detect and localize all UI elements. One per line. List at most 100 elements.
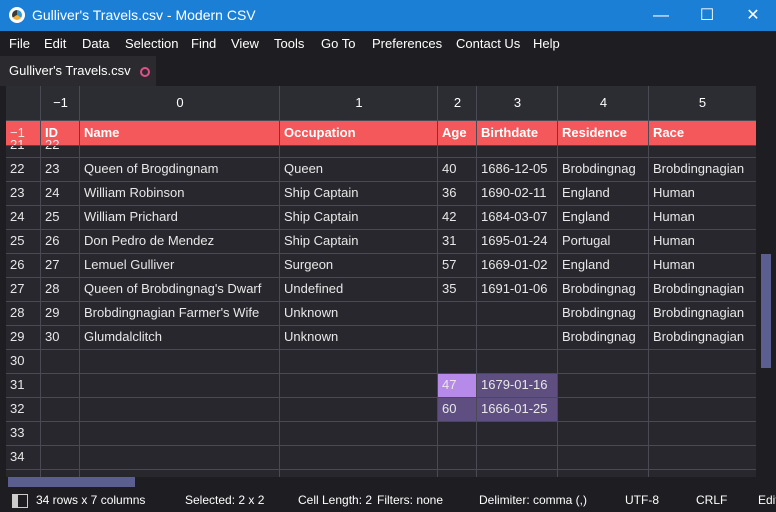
table-cell[interactable] xyxy=(41,349,79,373)
table-cell[interactable]: 40 xyxy=(438,157,476,181)
vertical-scrollbar[interactable] xyxy=(757,86,776,477)
table-cell[interactable]: 1684-03-07 xyxy=(477,205,557,229)
menu-tools[interactable]: Tools xyxy=(274,36,304,51)
table-cell[interactable]: Queen of Brobdingnag's Dwarf xyxy=(80,277,279,301)
table-cell[interactable]: Human xyxy=(649,253,755,277)
table-cell[interactable]: William Robinson xyxy=(80,181,279,205)
table-cell[interactable]: Queen of Brogdingnam xyxy=(80,157,279,181)
menu-file[interactable]: File xyxy=(9,36,30,51)
table-cell[interactable]: 27 xyxy=(41,253,79,277)
table-cell[interactable]: England xyxy=(558,181,648,205)
table-cell[interactable]: 35 xyxy=(438,277,476,301)
table-cell[interactable] xyxy=(80,349,279,373)
table-cell[interactable] xyxy=(41,373,79,397)
table-cell[interactable]: 31 xyxy=(438,229,476,253)
row-index[interactable]: 28 xyxy=(6,301,44,325)
column-index-header[interactable]: 5 xyxy=(649,86,756,120)
row-index[interactable]: 23 xyxy=(6,181,44,205)
table-cell[interactable]: Human xyxy=(649,229,755,253)
close-button[interactable]: ✕ xyxy=(730,0,776,31)
row-index[interactable]: 29 xyxy=(6,325,44,349)
table-cell[interactable] xyxy=(649,349,755,373)
table-cell[interactable] xyxy=(80,397,279,421)
table-cell[interactable] xyxy=(477,421,557,445)
table-cell[interactable]: 1679-01-16 xyxy=(477,373,558,397)
table-cell[interactable] xyxy=(649,445,755,469)
table-cell[interactable] xyxy=(41,397,79,421)
menu-help[interactable]: Help xyxy=(533,36,560,51)
table-cell[interactable] xyxy=(649,421,755,445)
menu-selection[interactable]: Selection xyxy=(125,36,178,51)
table-cell[interactable]: Ship Captain xyxy=(280,205,437,229)
menu-edit[interactable]: Edit xyxy=(44,36,66,51)
table-cell[interactable]: 36 xyxy=(438,181,476,205)
table-cell[interactable]: Surgeon xyxy=(280,253,437,277)
table-cell[interactable]: 1690-02-11 xyxy=(477,181,557,205)
table-cell[interactable]: Human xyxy=(649,205,755,229)
table-cell[interactable]: Don Pedro de Mendez xyxy=(80,229,279,253)
table-cell[interactable]: Portugal xyxy=(558,229,648,253)
table-cell[interactable] xyxy=(558,445,648,469)
grid-corner[interactable] xyxy=(6,86,40,120)
table-cell[interactable]: Brobdingnag xyxy=(558,301,648,325)
table-cell[interactable]: Brobdingnagian xyxy=(649,301,755,325)
table-cell[interactable]: Brobdingnag xyxy=(558,157,648,181)
vertical-scroll-thumb[interactable] xyxy=(761,254,771,368)
table-cell[interactable] xyxy=(558,349,648,373)
status-encoding[interactable]: UTF-8 xyxy=(625,493,659,507)
table-cell[interactable]: 47 xyxy=(438,373,477,397)
table-cell[interactable]: 28 xyxy=(41,277,79,301)
table-cell[interactable]: 1695-01-24 xyxy=(477,229,557,253)
maximize-button[interactable]: ☐ xyxy=(684,0,730,31)
table-cell[interactable] xyxy=(41,421,79,445)
table-cell[interactable] xyxy=(280,373,437,397)
table-cell[interactable]: 26 xyxy=(41,229,79,253)
column-index-header[interactable]: 2 xyxy=(438,86,477,120)
table-cell[interactable] xyxy=(477,325,557,349)
table-cell[interactable]: 1686-12-05 xyxy=(477,157,557,181)
table-cell[interactable] xyxy=(558,373,648,397)
table-cell[interactable]: William Prichard xyxy=(80,205,279,229)
minimize-button[interactable]: — xyxy=(638,0,684,31)
table-cell[interactable] xyxy=(41,445,79,469)
table-cell[interactable]: 42 xyxy=(438,205,476,229)
table-cell[interactable] xyxy=(280,397,437,421)
table-cell[interactable]: Brobdingnag xyxy=(558,325,648,349)
table-cell[interactable] xyxy=(280,421,437,445)
table-cell[interactable]: 23 xyxy=(41,157,79,181)
status-delimiter[interactable]: Delimiter: comma (,) xyxy=(479,493,587,507)
column-index-header[interactable]: 1 xyxy=(280,86,438,120)
table-cell[interactable]: Ship Captain xyxy=(280,229,437,253)
table-cell[interactable]: 1669-01-02 xyxy=(477,253,557,277)
row-index[interactable]: 34 xyxy=(6,445,44,469)
csv-grid[interactable]: −1 0 1 2 3 4 5 −1 ID Name Occupation Age Birthdate Re… xyxy=(6,86,756,477)
table-cell[interactable]: 30 xyxy=(41,325,79,349)
menu-view[interactable]: View xyxy=(231,36,259,51)
table-cell[interactable] xyxy=(438,421,476,445)
table-cell[interactable]: Brobdingnagian Farmer's Wife xyxy=(80,301,279,325)
table-cell[interactable]: Lemuel Gulliver xyxy=(80,253,279,277)
table-cell[interactable] xyxy=(280,349,437,373)
table-cell[interactable]: 24 xyxy=(41,181,79,205)
table-cell[interactable] xyxy=(649,373,755,397)
table-cell[interactable] xyxy=(80,373,279,397)
table-cell[interactable] xyxy=(558,397,648,421)
table-cell[interactable] xyxy=(438,349,476,373)
status-line-ending[interactable]: CRLF xyxy=(696,493,727,507)
table-cell[interactable] xyxy=(438,325,476,349)
menu-data[interactable]: Data xyxy=(82,36,109,51)
column-index-header[interactable]: 0 xyxy=(80,86,280,120)
table-cell[interactable]: England xyxy=(558,205,648,229)
table-cell[interactable]: Human xyxy=(649,181,755,205)
table-cell[interactable] xyxy=(649,397,755,421)
table-cell[interactable]: 25 xyxy=(41,205,79,229)
column-index-header[interactable]: 4 xyxy=(558,86,649,120)
row-index[interactable]: 24 xyxy=(6,205,44,229)
row-index[interactable]: 30 xyxy=(6,349,44,373)
table-cell[interactable] xyxy=(558,421,648,445)
table-cell[interactable]: Brobdingnagian xyxy=(649,277,755,301)
table-cell[interactable]: 29 xyxy=(41,301,79,325)
table-cell[interactable] xyxy=(280,445,437,469)
table-cell[interactable]: Queen xyxy=(280,157,437,181)
table-cell[interactable]: Ship Captain xyxy=(280,181,437,205)
